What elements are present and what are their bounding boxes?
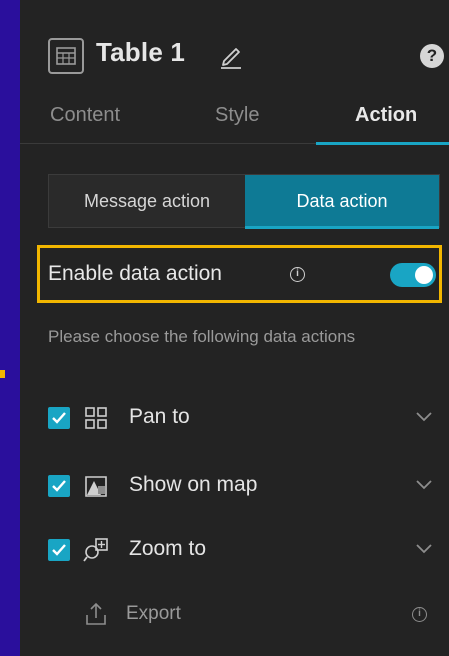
data-actions-description: Please choose the following data actions — [48, 327, 356, 346]
show-on-map-checkbox[interactable] — [48, 475, 70, 497]
show-on-map-label: Show on map — [129, 473, 258, 496]
action-item-show-on-map[interactable]: Show on map — [48, 466, 440, 506]
pan-to-checkbox[interactable] — [48, 407, 70, 429]
tab-bar: Content Style Action — [20, 96, 449, 145]
zoom-to-icon — [82, 536, 110, 569]
chevron-down-icon[interactable] — [414, 477, 434, 496]
action-item-pan-to[interactable]: Pan to — [48, 398, 440, 438]
info-icon[interactable]: i — [412, 607, 427, 622]
tab-content[interactable]: Content — [50, 104, 120, 127]
table-icon — [48, 38, 84, 74]
action-item-zoom-to[interactable]: Zoom to — [48, 530, 440, 570]
widget-title: Table 1 — [96, 37, 186, 67]
active-tab-indicator — [316, 142, 449, 145]
chevron-down-icon[interactable] — [414, 541, 434, 560]
zoom-to-label: Zoom to — [129, 537, 207, 560]
pan-to-label: Pan to — [129, 405, 190, 428]
message-action-button[interactable]: Message action — [49, 175, 245, 227]
action-item-export: Export i — [48, 598, 440, 634]
tab-action[interactable]: Action — [355, 104, 417, 127]
help-icon[interactable]: ? — [420, 44, 444, 68]
info-icon[interactable]: i — [290, 267, 305, 282]
data-action-panel: Table 1 ? Content Style Action Message a… — [20, 0, 449, 656]
enable-data-action-label: Enable data action — [48, 262, 222, 285]
action-type-switch: Message action Data action — [48, 174, 440, 229]
chevron-down-icon[interactable] — [414, 409, 434, 428]
toggle-knob — [415, 266, 433, 284]
export-label: Export — [126, 603, 181, 624]
zoom-to-checkbox[interactable] — [48, 539, 70, 561]
enable-data-action-toggle[interactable] — [390, 263, 436, 287]
tab-style[interactable]: Style — [215, 104, 259, 127]
show-on-map-icon — [82, 472, 110, 505]
pan-to-icon — [82, 404, 110, 437]
edit-title-icon[interactable] — [216, 40, 246, 75]
data-action-button[interactable]: Data action — [245, 175, 439, 229]
enable-data-action-row: Enable data action i — [37, 245, 442, 303]
highlight-marker — [0, 370, 5, 378]
export-icon — [82, 600, 110, 633]
